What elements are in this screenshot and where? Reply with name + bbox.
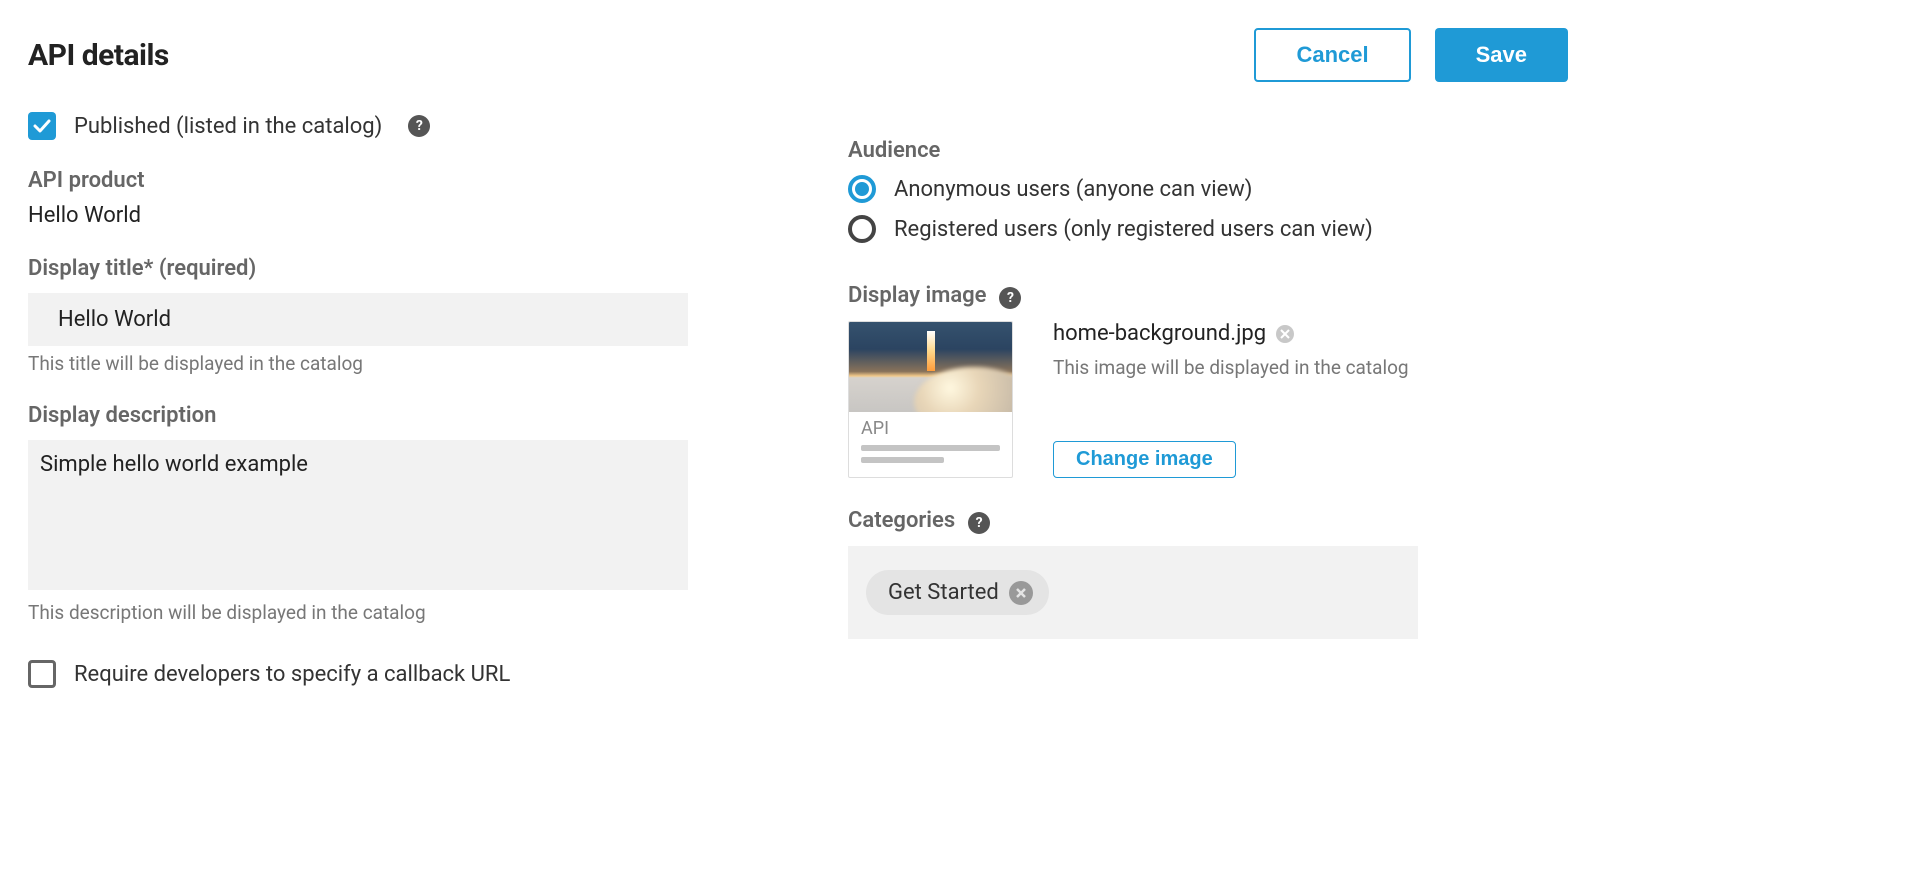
x-icon bbox=[1015, 587, 1027, 599]
display-description-input[interactable] bbox=[28, 440, 688, 590]
placeholder-line bbox=[861, 457, 944, 463]
display-title-hint: This title will be displayed in the cata… bbox=[28, 352, 718, 375]
cancel-button[interactable]: Cancel bbox=[1254, 28, 1410, 82]
categories-label: Categories bbox=[848, 508, 955, 533]
help-icon[interactable]: ? bbox=[968, 512, 990, 534]
display-description-hint: This description will be displayed in th… bbox=[28, 601, 718, 624]
audience-option-registered[interactable]: Registered users (only registered users … bbox=[848, 215, 1568, 243]
audience-option-label: Anonymous users (anyone can view) bbox=[894, 177, 1252, 202]
display-description-label: Display description bbox=[28, 403, 718, 428]
category-chip: Get Started bbox=[866, 570, 1049, 615]
image-thumbnail bbox=[849, 322, 1012, 412]
callback-checkbox[interactable] bbox=[28, 660, 56, 688]
audience-option-anonymous[interactable]: Anonymous users (anyone can view) bbox=[848, 175, 1568, 203]
image-preview-card: API bbox=[848, 321, 1013, 478]
change-image-button[interactable]: Change image bbox=[1053, 441, 1236, 478]
display-image-label: Display image bbox=[848, 283, 987, 308]
audience-label: Audience bbox=[848, 138, 1568, 163]
x-icon bbox=[1280, 329, 1290, 339]
api-product-label: API product bbox=[28, 168, 718, 193]
published-checkbox[interactable] bbox=[28, 112, 56, 140]
image-card-label: API bbox=[861, 418, 1000, 439]
placeholder-line bbox=[861, 445, 1000, 451]
radio-icon bbox=[848, 215, 876, 243]
check-icon bbox=[33, 119, 51, 133]
radio-icon bbox=[848, 175, 876, 203]
image-hint: This image will be displayed in the cata… bbox=[1053, 356, 1568, 379]
display-title-input[interactable] bbox=[28, 293, 688, 346]
display-title-label: Display title* (required) bbox=[28, 256, 718, 281]
help-icon[interactable]: ? bbox=[999, 287, 1021, 309]
categories-input[interactable]: Get Started bbox=[848, 546, 1418, 639]
audience-option-label: Registered users (only registered users … bbox=[894, 217, 1373, 242]
chip-label: Get Started bbox=[888, 580, 999, 605]
page-title: API details bbox=[28, 38, 169, 73]
callback-label: Require developers to specify a callback… bbox=[74, 662, 510, 687]
save-button[interactable]: Save bbox=[1435, 28, 1568, 82]
remove-image-icon[interactable] bbox=[1276, 325, 1294, 343]
help-icon[interactable]: ? bbox=[408, 115, 430, 137]
chip-remove-icon[interactable] bbox=[1009, 581, 1033, 605]
published-label: Published (listed in the catalog) bbox=[74, 114, 382, 139]
image-filename: home-background.jpg bbox=[1053, 321, 1266, 346]
api-product-value: Hello World bbox=[28, 203, 718, 228]
